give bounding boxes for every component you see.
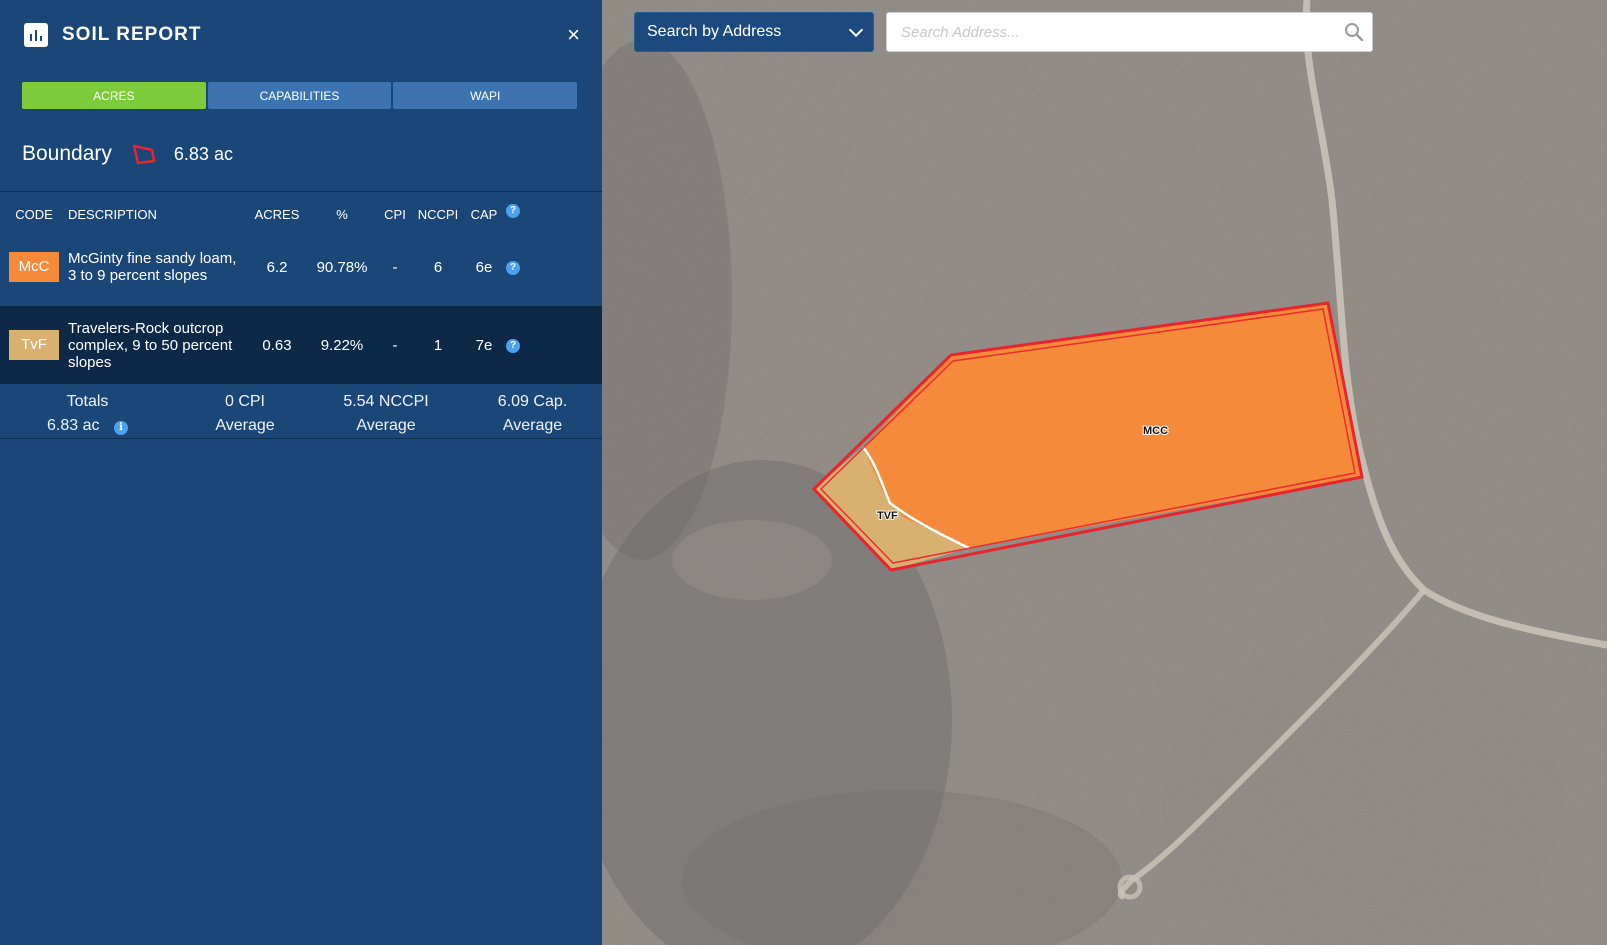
tab-wapi[interactable]: WAPI	[393, 82, 578, 109]
table-row[interactable]: TvF Travelers-Rock outcrop complex, 9 to…	[0, 306, 602, 384]
acres-cell: 0.63	[246, 306, 308, 384]
help-icon[interactable]: ?	[506, 338, 520, 353]
totals-cpi-value: 0 CPI	[224, 393, 265, 410]
report-tabs: ACRES CAPABILITIES WAPI	[22, 82, 578, 109]
help-cell: ?	[506, 228, 602, 306]
acres-cell: 6.2	[266, 258, 288, 276]
search-mode-label: Search by Address	[647, 23, 782, 40]
cpi-cell: -	[376, 306, 414, 384]
help-icon[interactable]: ?	[506, 204, 520, 219]
description-cell: Travelers-Rock outcrop complex, 9 to 50 …	[68, 306, 246, 384]
close-icon[interactable]: ×	[567, 24, 580, 46]
totals-nccpi: 5.54 NCCPI Average	[316, 390, 456, 438]
col-cpi: CPI	[384, 206, 406, 222]
table-row[interactable]: McC McGinty fine sandy loam, 3 to 9 perc…	[0, 228, 602, 306]
help-cell: ?	[506, 306, 602, 384]
panel-header: SOIL REPORT ×	[24, 22, 580, 48]
map-view[interactable]: MCC TVF	[602, 0, 1607, 945]
map-label-mcc: MCC	[1143, 425, 1168, 437]
boundary-shape-icon	[132, 144, 156, 165]
soil-code-badge: McC	[9, 252, 59, 282]
totals-cap: 6.09 Cap. Average	[470, 390, 595, 438]
nccpi-cell: 6	[433, 258, 443, 276]
boundary-summary: Boundary 6.83 ac	[22, 142, 233, 166]
col-description: DESCRIPTION	[68, 206, 157, 222]
boundary-acres: 6.83 ac	[173, 143, 233, 164]
chevron-down-icon	[848, 22, 864, 37]
divider	[0, 438, 602, 439]
totals-nccpi-value: 5.54 NCCPI	[343, 393, 429, 410]
cap-cell: 6e	[475, 258, 493, 276]
search-mode-dropdown[interactable]: Search by Address	[634, 12, 874, 52]
search-input[interactable]	[887, 14, 1336, 50]
code-cell: TvF	[0, 306, 68, 384]
tab-capabilities[interactable]: CAPABILITIES	[207, 82, 392, 109]
totals-cap-sub: Average	[502, 417, 563, 434]
totals-label: Totals	[66, 393, 109, 410]
totals-row: Totals 6.83 ac i 0 CPI Average 5.54 NCCP…	[0, 390, 602, 438]
percent-cell: 9.22%	[308, 306, 376, 384]
address-search	[886, 12, 1373, 52]
description-cell: McGinty fine sandy loam, 3 to 9 percent …	[68, 250, 237, 284]
soil-table: CODE DESCRIPTION ACRES % CPI NCCPI CAP ?…	[0, 200, 602, 384]
tab-acres[interactable]: ACRES	[22, 82, 206, 109]
help-icon[interactable]: ?	[506, 260, 520, 275]
cpi-cell: -	[392, 258, 398, 276]
divider	[0, 191, 602, 192]
table-header-row: CODE DESCRIPTION ACRES % CPI NCCPI CAP ?	[0, 200, 602, 228]
nccpi-cell: 1	[414, 306, 462, 384]
col-cap-help: ?	[506, 200, 602, 228]
soil-report-panel: SOIL REPORT × ACRES CAPABILITIES WAPI Bo…	[0, 0, 602, 945]
search-icon[interactable]	[1336, 14, 1372, 50]
col-cap: CAP	[470, 206, 498, 222]
col-nccpi: NCCPI	[417, 206, 459, 222]
totals-cap-value: 6.09 Cap.	[497, 393, 568, 410]
info-icon[interactable]: i	[113, 421, 128, 435]
totals-cpi: 0 CPI Average	[180, 390, 310, 438]
bar-chart-icon	[24, 23, 48, 47]
totals-cpi-sub: Average	[215, 417, 275, 434]
totals-nccpi-sub: Average	[356, 417, 416, 434]
col-acres: ACRES	[254, 206, 300, 222]
code-cell: McC	[0, 228, 68, 306]
cap-cell: 7e	[462, 306, 506, 384]
soil-code-badge: TvF	[9, 330, 59, 360]
percent-cell: 90.78%	[316, 258, 368, 276]
satellite-imagery: MCC TVF	[602, 0, 1607, 945]
col-code: CODE	[15, 206, 53, 222]
boundary-label: Boundary	[22, 142, 112, 165]
panel-title: SOIL REPORT	[62, 24, 202, 45]
totals-acres-value: 6.83 ac	[47, 417, 100, 434]
col-percent: %	[336, 206, 348, 222]
map-label-tvf: TVF	[877, 510, 898, 522]
totals-acres: Totals 6.83 ac i	[20, 390, 155, 438]
